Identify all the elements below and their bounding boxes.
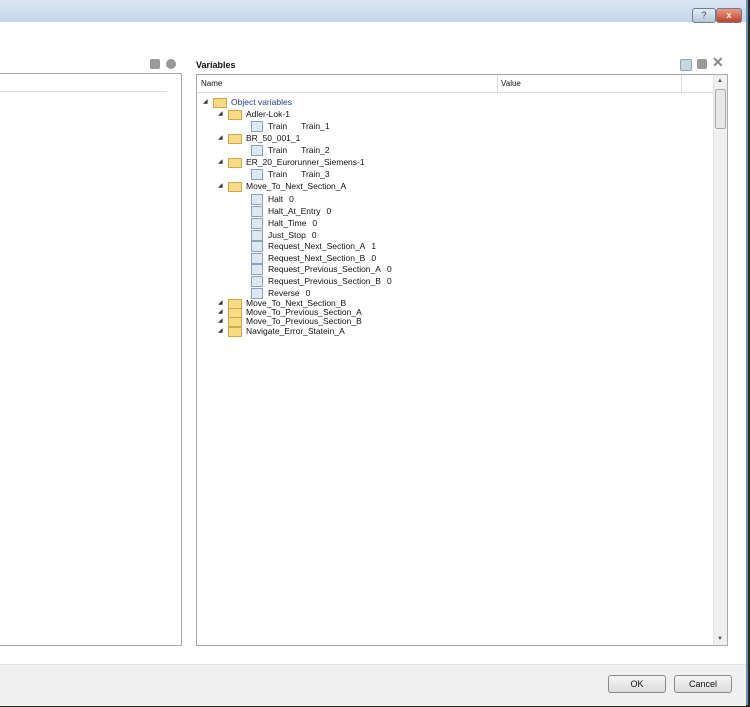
column-name[interactable]: Name xyxy=(201,79,222,88)
vertical-scrollbar[interactable]: ▲ ▼ xyxy=(713,75,727,645)
tree-item-label: BR_50_001_1 xyxy=(246,133,301,143)
tree-item-value[interactable]: 1 xyxy=(371,241,376,251)
tree-folder-row[interactable]: ◢ Navigate_Error_Statein_A xyxy=(218,326,345,337)
tree-item-label: Train xyxy=(268,121,288,131)
tree-variable-row[interactable]: Request_Previous_Section_B 0 xyxy=(251,276,392,288)
column-header: Name Value xyxy=(197,75,713,93)
variables-title: Variables xyxy=(196,60,236,70)
tree-item-label: Navigate_Error_Statein_A xyxy=(246,326,345,336)
tree-folder-row[interactable]: ◢ Adler-Lok-1 xyxy=(218,109,290,120)
variable-icon xyxy=(251,253,263,265)
tree-variable-row[interactable]: Train Train_2 xyxy=(251,145,330,157)
expand-toggle-icon[interactable]: ◢ xyxy=(218,109,223,120)
folder-icon xyxy=(228,181,242,192)
tree-item-value[interactable]: Train_1 xyxy=(301,121,330,131)
folder-icon xyxy=(228,326,242,337)
tree-item-value[interactable]: 0 xyxy=(312,218,317,228)
tree-item-label: Move_To_Previous_Section_B xyxy=(246,316,362,326)
variable-icon xyxy=(251,194,263,206)
tree-folder-row[interactable]: ◢ ER_20_Eurorunner_Siemens-1 xyxy=(218,157,365,168)
variable-icon xyxy=(251,230,263,242)
folder-icon xyxy=(228,157,242,168)
tree-variable-row[interactable]: Halt_Time 0 xyxy=(251,218,317,230)
tree-item-label: Train xyxy=(268,169,288,179)
column-value[interactable]: Value xyxy=(501,79,521,88)
left-panel-header xyxy=(0,74,167,92)
tree-variable-row[interactable]: Train Train_1 xyxy=(251,121,330,133)
delete-icon[interactable]: ✕ xyxy=(712,55,724,69)
tree-item-value[interactable]: 0 xyxy=(387,276,392,286)
tree-variable-row[interactable]: Request_Next_Section_A 1 xyxy=(251,241,376,253)
variable-icon xyxy=(251,276,263,288)
folder-icon xyxy=(213,97,227,108)
tree-item-label: Reverse xyxy=(268,288,300,298)
tree-item-label: Object variables xyxy=(231,97,292,107)
tree-item-label: Train xyxy=(268,145,288,155)
settings-icon[interactable] xyxy=(166,59,176,69)
tree-variable-row[interactable]: Halt 0 xyxy=(251,194,294,206)
dialog-window: ? x Variables ✕ Name Value ◢ Object varia… xyxy=(0,0,748,706)
left-panel xyxy=(0,73,182,646)
tree-item-value[interactable]: 0 xyxy=(312,230,317,240)
tree-item-label: Just_Stop xyxy=(268,230,306,240)
variable-icon xyxy=(251,121,263,133)
tree-item-label: Request_Next_Section_B xyxy=(268,253,366,263)
tree-item-value[interactable]: 0 xyxy=(371,253,376,263)
tree-item-label: Halt xyxy=(268,194,284,204)
tree-variable-row[interactable]: Halt_At_Entry 0 xyxy=(251,206,331,218)
variable-icon xyxy=(251,264,263,276)
tree-item-value[interactable]: Train_2 xyxy=(301,145,330,155)
dialog-footer: OK Cancel xyxy=(0,664,746,706)
expand-toggle-icon[interactable]: ◢ xyxy=(218,181,223,192)
folder-icon xyxy=(228,133,242,144)
variable-icon xyxy=(251,218,263,230)
tree-item-value[interactable]: 0 xyxy=(289,194,294,204)
variable-icon xyxy=(251,241,263,253)
add-variable-icon[interactable] xyxy=(680,59,692,71)
edit-variable-icon[interactable] xyxy=(697,59,707,69)
scroll-thumb[interactable] xyxy=(715,89,726,129)
tree-item-value[interactable]: 0 xyxy=(387,264,392,274)
variables-tree[interactable]: Name Value ◢ Object variables ◢ Adler-Lok-1… xyxy=(196,74,728,646)
variable-icon xyxy=(251,145,263,157)
folder-icon xyxy=(228,109,242,120)
expand-toggle-icon[interactable]: ◢ xyxy=(218,133,223,144)
tree-variable-row[interactable]: Request_Previous_Section_A 0 xyxy=(251,264,392,276)
tree-item-label: Halt_At_Entry xyxy=(268,206,321,216)
tree-variable-row[interactable]: Train Train_3 xyxy=(251,169,330,181)
tree-item-label: Adler-Lok-1 xyxy=(246,109,290,119)
help-button[interactable]: ? xyxy=(692,8,716,23)
tree-variable-row[interactable]: Request_Next_Section_B 0 xyxy=(251,253,376,265)
expand-toggle-icon[interactable]: ◢ xyxy=(218,157,223,168)
tree-folder-row[interactable]: ◢ BR_50_001_1 xyxy=(218,133,301,144)
tree-item-value[interactable]: 0 xyxy=(326,206,331,216)
tree-folder-row[interactable]: ◢ Move_To_Next_Section_A xyxy=(218,181,347,192)
tree-variable-row[interactable]: Just_Stop 0 xyxy=(251,230,317,242)
ok-button[interactable]: OK xyxy=(608,675,666,693)
tree-item-label: Move_To_Next_Section_A xyxy=(246,181,347,191)
variable-icon xyxy=(251,169,263,181)
tree-item-value[interactable]: Train_3 xyxy=(301,169,330,179)
tree-item-label: ER_20_Eurorunner_Siemens-1 xyxy=(246,157,365,167)
tree-item-label: Request_Previous_Section_B xyxy=(268,276,381,286)
tree-item-label: Request_Previous_Section_A xyxy=(268,264,381,274)
tree-folder-row[interactable]: ◢ Object variables xyxy=(203,97,292,108)
scroll-down-icon[interactable]: ▼ xyxy=(717,636,723,642)
variable-icon xyxy=(251,206,263,218)
tree-item-value[interactable]: 0 xyxy=(306,288,311,298)
edit-icon[interactable] xyxy=(150,59,160,69)
close-button[interactable]: x xyxy=(716,8,742,23)
cancel-button[interactable]: Cancel xyxy=(674,675,732,693)
tree-item-label: Halt_Time xyxy=(268,218,307,228)
expand-toggle-icon[interactable]: ◢ xyxy=(203,97,208,108)
tree-item-label: Request_Next_Section_A xyxy=(268,241,366,251)
scroll-up-icon[interactable]: ▲ xyxy=(717,78,723,84)
expand-toggle-icon[interactable]: ◢ xyxy=(218,326,223,337)
title-bar: ? x xyxy=(0,0,746,23)
